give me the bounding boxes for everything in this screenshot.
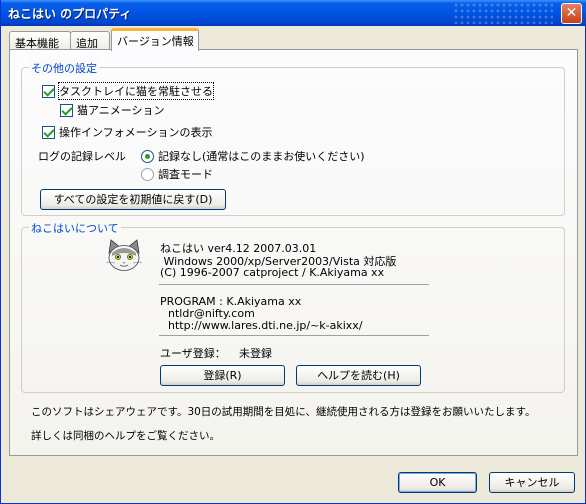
read-help-button[interactable]: ヘルプを読む(H)	[296, 365, 421, 386]
tasktray-checkbox[interactable]: タスクトレイに猫を常駐させる	[42, 82, 214, 100]
shareware-notice: このソフトはシェアウェアです。30日の試用期間を目処に、継続使用される方は登録を…	[31, 406, 536, 418]
register-button[interactable]: 登録(R)	[160, 365, 285, 386]
about-legend: ねこはいについて	[29, 220, 121, 236]
animation-label: 猫アニメーション	[77, 104, 165, 117]
other-settings-group: その他の設定 タスクトレイに猫を常駐させる 猫アニメーション 操作インフォメーシ…	[21, 60, 565, 216]
cat-face-icon	[106, 239, 142, 271]
properties-dialog: ねこはい のプロパティ ✕ 基本機能 追加 バージョン情報 その他の設定 タスク…	[0, 0, 586, 504]
log-level-label: ログの記録レベル	[38, 150, 126, 163]
radio-selected-icon[interactable]	[141, 149, 154, 163]
tab-version-info[interactable]: バージョン情報	[111, 28, 199, 51]
tasktray-label: タスクトレイに猫を常駐させる	[58, 82, 214, 100]
info-display-checkbox[interactable]: 操作インフォメーションの表示	[42, 124, 212, 140]
log-option-none-label: 記録なし(通常はこのままお使いください)	[158, 150, 365, 163]
about-group: ねこはいについて ねこはい ver4.12 2007.03.01 Windows…	[21, 220, 565, 393]
log-option-investigate-label: 調査モード	[158, 168, 213, 181]
animation-checkbox[interactable]: 猫アニメーション	[60, 102, 165, 118]
url-line: http://www.lares.dti.ne.jp/~k-akixx/	[168, 319, 363, 332]
ok-button[interactable]: OK	[398, 472, 477, 493]
close-button[interactable]: ✕	[561, 3, 582, 24]
user-reg-label: ユーザ登録：	[160, 347, 226, 360]
animation-check-icon[interactable]	[60, 103, 73, 117]
other-settings-legend: その他の設定	[29, 60, 99, 76]
log-option-none[interactable]: 記録なし(通常はこのままお使いください)	[141, 148, 365, 164]
tab-panel-version-info: その他の設定 タスクトレイに猫を常駐させる 猫アニメーション 操作インフォメーシ…	[9, 49, 578, 456]
info-display-check-icon[interactable]	[42, 125, 55, 139]
radio-unselected-icon[interactable]	[141, 167, 154, 181]
title-bar[interactable]: ねこはい のプロパティ ✕	[1, 0, 586, 26]
info-display-label: 操作インフォメーションの表示	[59, 126, 213, 139]
cancel-button[interactable]: キャンセル	[489, 472, 575, 493]
tab-strip: 基本機能 追加 バージョン情報	[1, 26, 586, 51]
user-reg-status: 未登録	[239, 347, 272, 360]
copyright-line: (C) 1996-2007 catproject / K.Akiyama xx	[160, 266, 385, 279]
title-bar-pattern	[453, 2, 553, 24]
reset-settings-button[interactable]: すべての設定を初期値に戻す(D)	[40, 189, 226, 210]
tab-basic[interactable]: 基本機能	[9, 31, 71, 50]
help-reference-notice: 詳しくは同梱のヘルプをご覧ください。	[31, 430, 220, 442]
divider-bottom	[159, 335, 429, 336]
tasktray-check-icon[interactable]	[42, 84, 55, 98]
window-title: ねこはい のプロパティ	[8, 7, 132, 21]
tab-additional[interactable]: 追加	[70, 31, 110, 50]
divider-top	[159, 284, 429, 285]
log-option-investigate[interactable]: 調査モード	[141, 166, 213, 182]
